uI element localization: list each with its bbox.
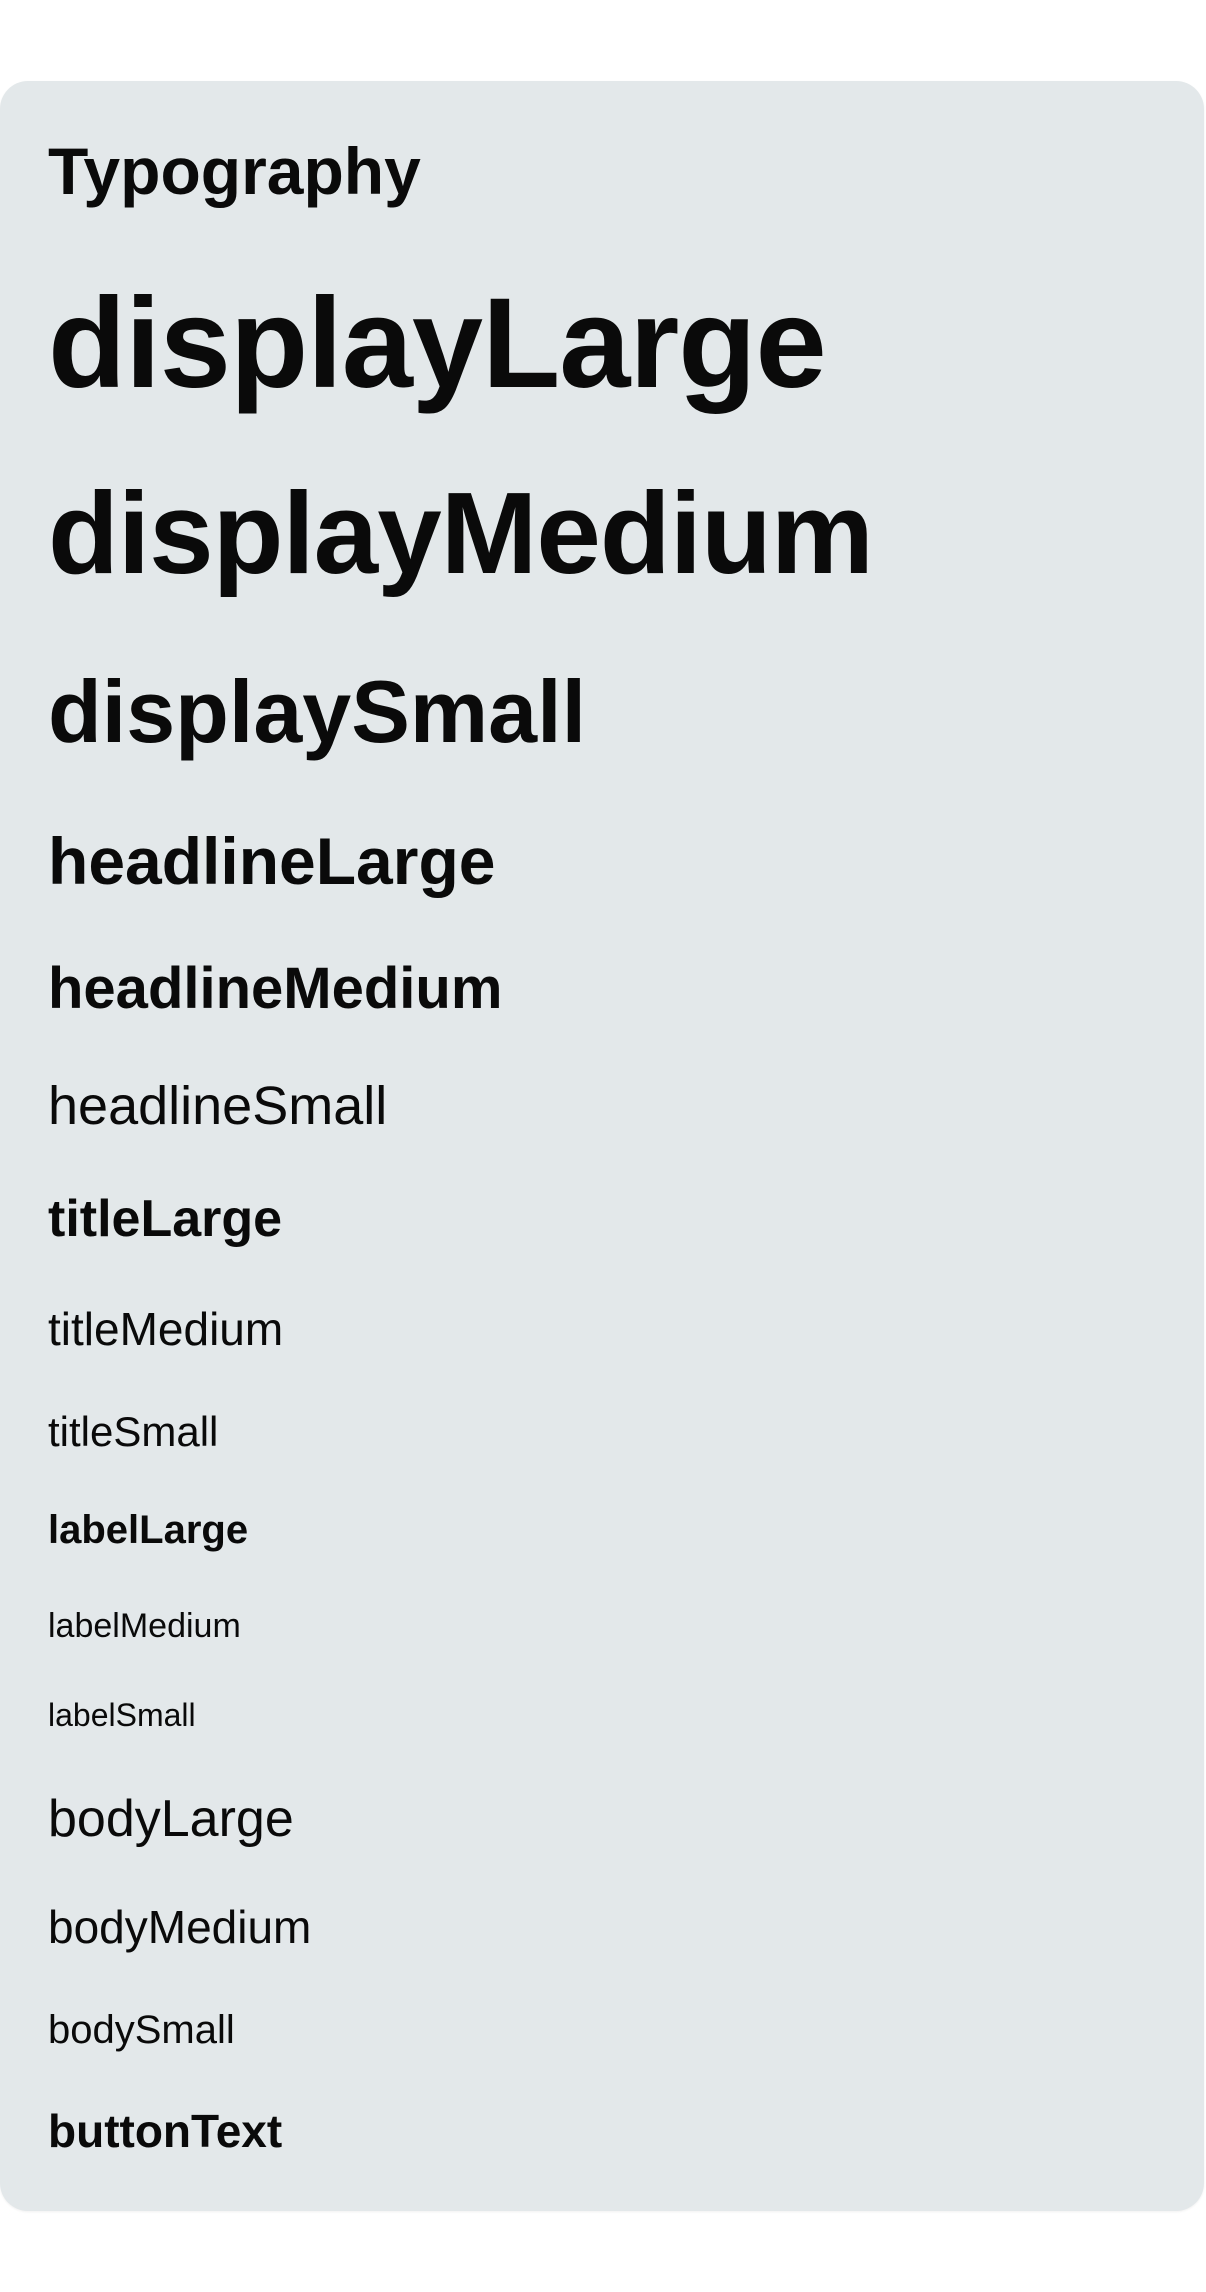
sample-body-medium: bodyMedium [48,1901,312,1953]
sample-title-small: titleSmall [48,1408,219,1455]
sample-label-large: labelLarge [48,1508,249,1552]
sample-label-small: labelSmall [48,1697,196,1733]
sample-title-large: titleLarge [48,1190,283,1248]
sample-button-text: buttonText [48,2105,283,2157]
sample-display-large: displayLarge [48,272,827,415]
sample-title-medium: titleMedium [48,1303,284,1355]
section-title: Typography [48,134,421,208]
sample-label-medium: labelMedium [48,1607,241,1645]
sample-body-large: bodyLarge [48,1790,294,1848]
sample-headline-small: headlineSmall [48,1076,388,1136]
sample-display-medium: displayMedium [48,468,874,598]
sample-body-small: bodySmall [48,2008,235,2052]
sample-headline-large: headlineLarge [48,824,496,898]
sample-display-small: displaySmall [48,662,587,761]
sample-headline-medium: headlineMedium [48,956,503,1021]
